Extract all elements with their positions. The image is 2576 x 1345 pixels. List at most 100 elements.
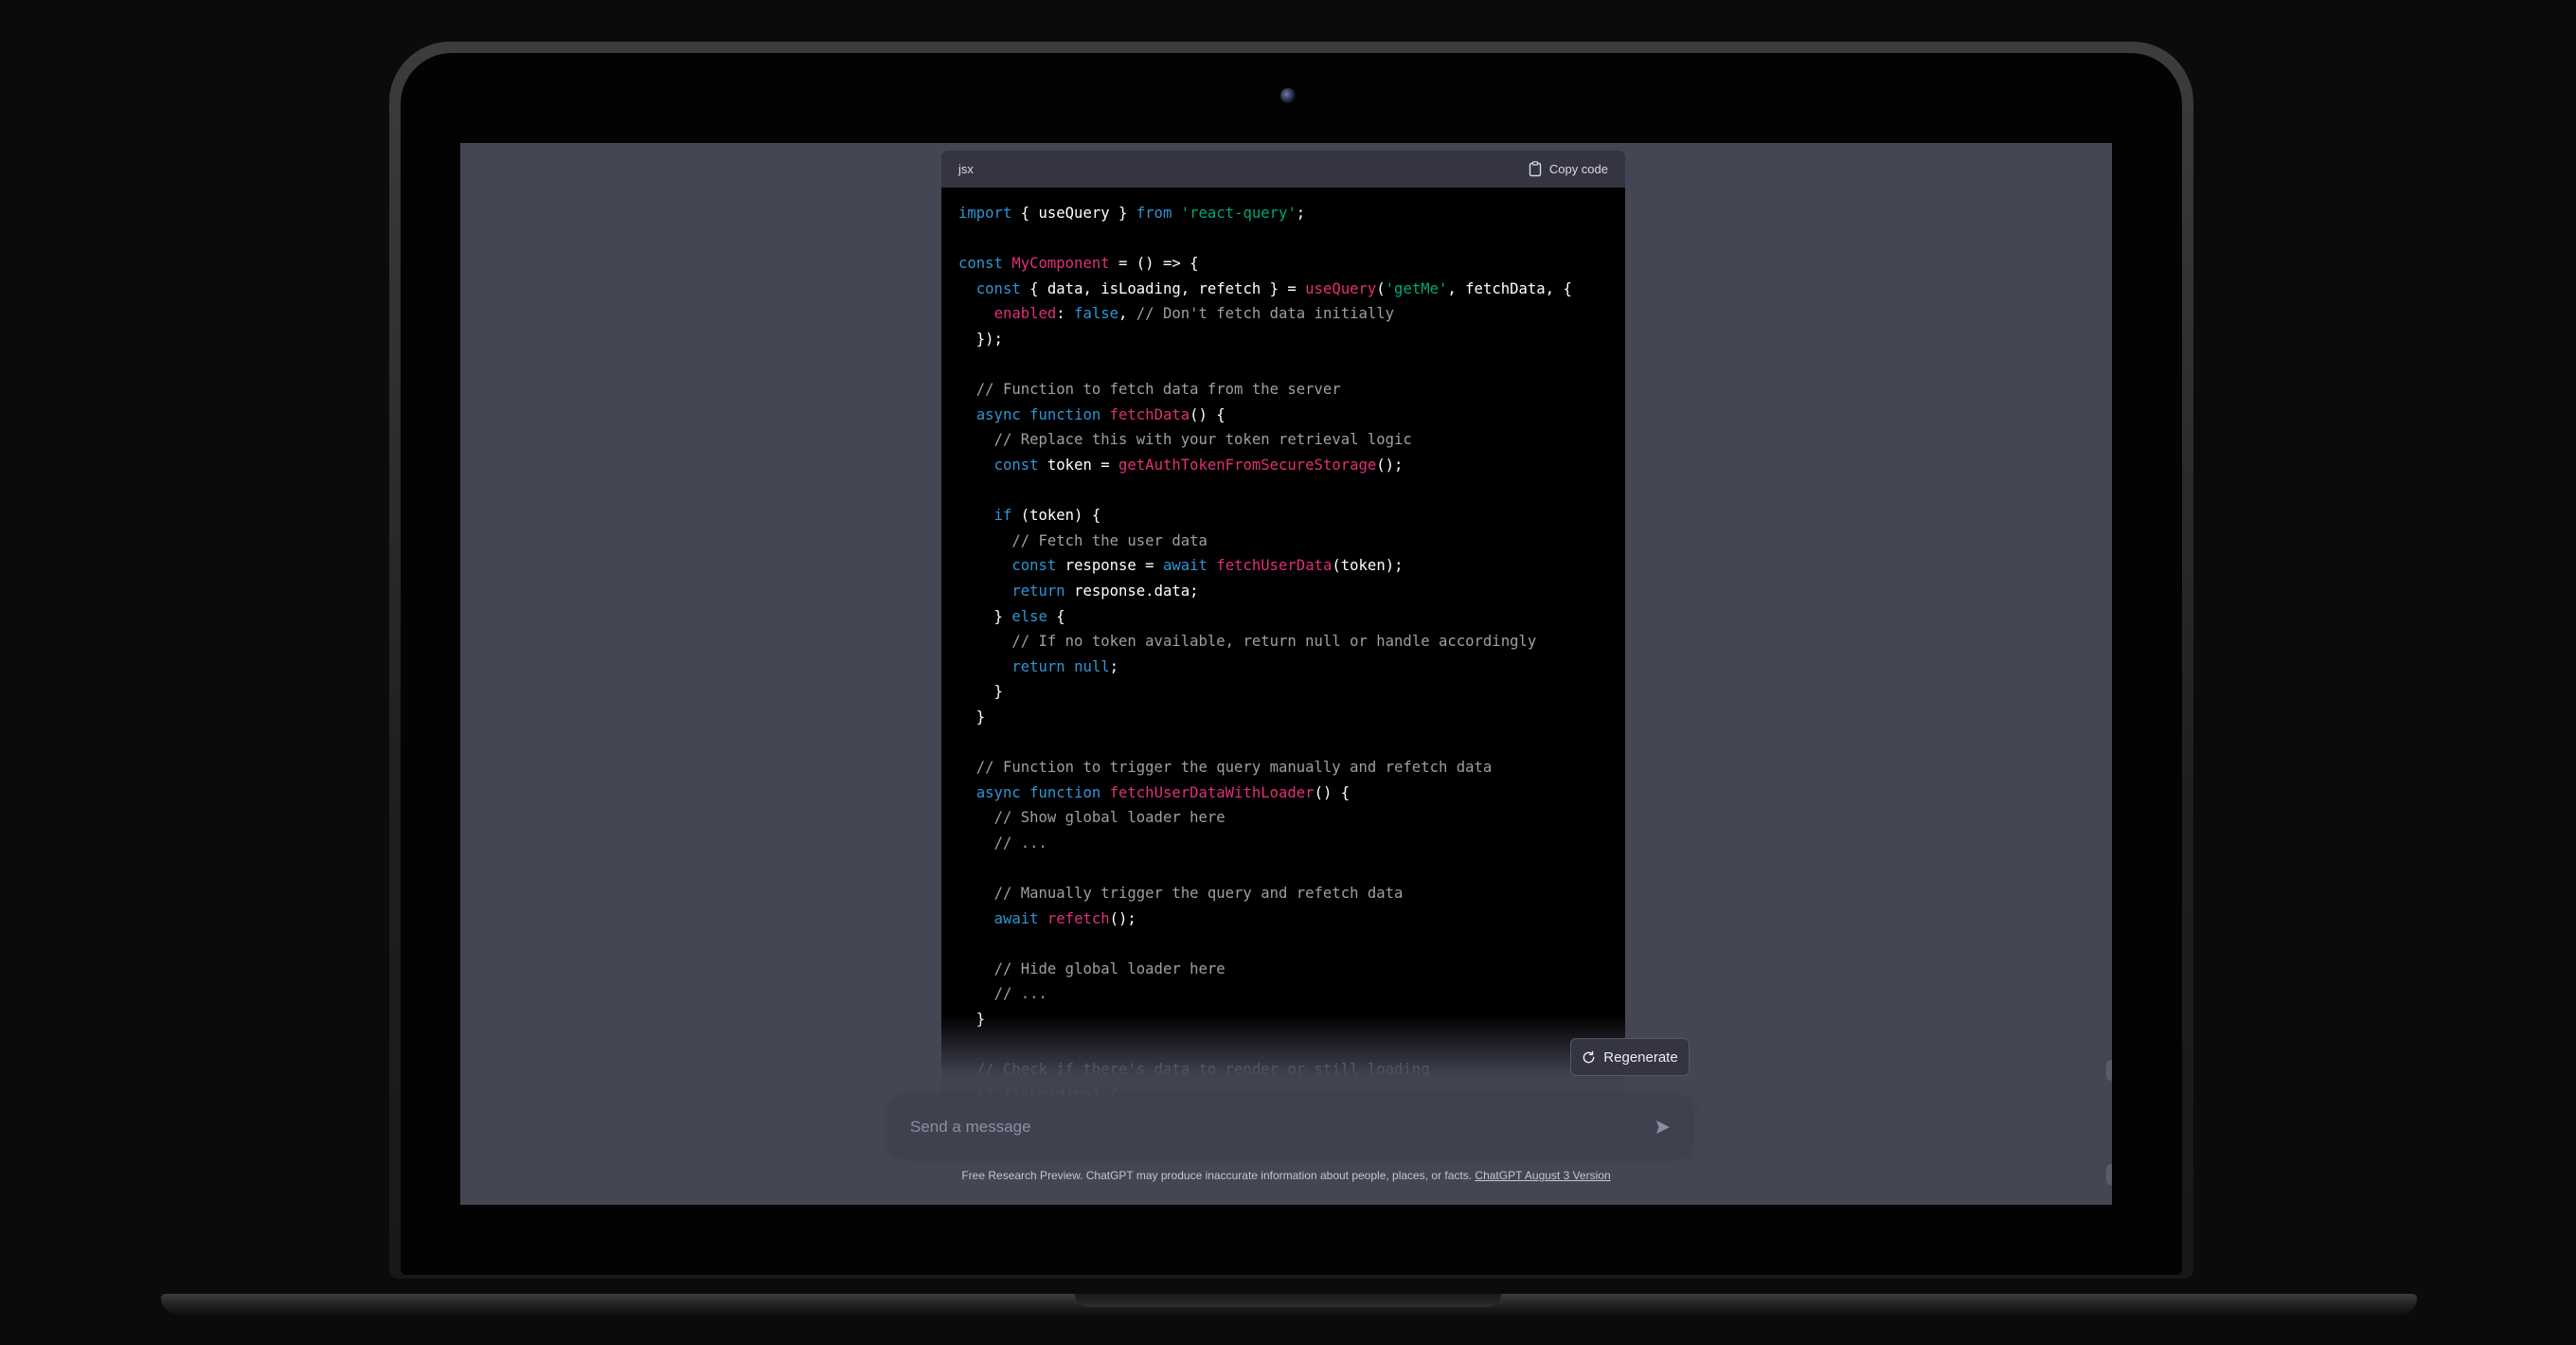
code-token: async: [975, 405, 1021, 423]
code-line: if (token) {: [958, 503, 1608, 529]
code-token: ();: [1109, 909, 1136, 927]
code-token: function: [1029, 405, 1101, 423]
code-line: // Hide global loader here: [958, 957, 1608, 982]
code-token: import: [958, 205, 1012, 222]
code-token: {: [1046, 607, 1065, 625]
version-link[interactable]: ChatGPT August 3 Version: [1475, 1169, 1610, 1182]
code-token: { useQuery }: [1011, 205, 1136, 222]
regenerate-button[interactable]: Regenerate: [1570, 1038, 1690, 1076]
code-line: // If no token available, return null or…: [958, 629, 1608, 655]
code-token: // Show global loader here: [993, 809, 1225, 827]
footer-disclaimer: Free Research Preview. ChatGPT may produ…: [460, 1169, 2112, 1182]
code-token: const: [1011, 557, 1057, 575]
code-token: });: [958, 330, 1003, 348]
message-composer: [891, 1099, 1690, 1156]
code-token: fetchUserDataWithLoader: [1109, 783, 1315, 801]
code-line: return null;: [958, 655, 1608, 680]
code-token: ();: [1376, 456, 1404, 474]
code-token: = () => {: [1109, 255, 1199, 273]
copy-code-button[interactable]: Copy code: [1529, 161, 1608, 177]
code-token: function: [1029, 783, 1101, 801]
code-token: const: [975, 279, 1021, 297]
code-token: refetch: [1046, 909, 1110, 927]
code-token: async: [975, 783, 1021, 801]
code-line: // ...: [958, 831, 1608, 856]
send-icon: [1656, 1121, 1670, 1134]
code-token: // If no token available, return null or…: [1011, 633, 1537, 651]
code-line: const response = await fetchUserData(tok…: [958, 553, 1608, 579]
code-line: async function fetchUserDataWithLoader()…: [958, 780, 1608, 806]
code-token: fetchData: [1109, 405, 1190, 423]
code-token: MyComponent: [1011, 255, 1110, 273]
code-token: await: [993, 909, 1039, 927]
clipboard-icon: [1529, 161, 1542, 177]
code-line: // Manually trigger the query and refetc…: [958, 881, 1608, 906]
code-token: }: [958, 607, 1012, 625]
code-token: const: [993, 456, 1039, 474]
scroll-handle[interactable]: [2106, 1060, 2112, 1081]
code-token: // Function to fetch data from the serve…: [975, 381, 1341, 399]
code-line: async function fetchData() {: [958, 403, 1608, 428]
copy-code-label: Copy code: [1548, 162, 1608, 176]
code-token: await: [1162, 557, 1208, 575]
code-token: ,: [1118, 305, 1136, 323]
code-line: const { data, isLoading, refetch } = use…: [958, 277, 1608, 302]
code-token: // Don't fetch data initially: [1136, 305, 1395, 323]
code-token: // Fetch the user data: [1011, 531, 1208, 549]
code-line: }: [958, 679, 1608, 705]
message-input[interactable]: [908, 1117, 1653, 1138]
code-token: ;: [1109, 657, 1119, 675]
code-token: }: [958, 708, 986, 726]
code-token: null: [1074, 657, 1110, 675]
code-token: // Function to trigger the query manuall…: [975, 759, 1493, 777]
webcam-icon: [1280, 88, 1296, 103]
scroll-handle[interactable]: [2106, 1164, 2112, 1185]
laptop-notch: [1075, 1294, 1501, 1307]
code-line: // ...: [958, 981, 1608, 1007]
code-line: // Fetch the user data: [958, 529, 1608, 554]
code-line: const MyComponent = () => {: [958, 251, 1608, 277]
chat-screen: jsx Copy code import { useQuery } from '…: [460, 143, 2112, 1205]
code-token: response.data;: [1064, 582, 1199, 600]
code-line: await refetch();: [958, 906, 1608, 932]
code-token: () {: [1314, 783, 1351, 801]
footer-text: Free Research Preview. ChatGPT may produ…: [961, 1169, 1473, 1182]
code-line: // Replace this with your token retrieva…: [958, 427, 1608, 453]
code-token: // Hide global loader here: [993, 959, 1225, 977]
code-token: const: [958, 255, 1003, 273]
code-line: // Function to fetch data from the serve…: [958, 377, 1608, 403]
code-token: token =: [1038, 456, 1119, 474]
code-token: (: [1376, 279, 1386, 297]
code-token: 'react-query': [1180, 205, 1297, 222]
code-language-label: jsx: [958, 162, 974, 176]
code-line: enabled: false, // Don't fetch data init…: [958, 301, 1608, 327]
code-block-header: jsx Copy code: [941, 151, 1625, 188]
send-button[interactable]: [1653, 1117, 1673, 1138]
